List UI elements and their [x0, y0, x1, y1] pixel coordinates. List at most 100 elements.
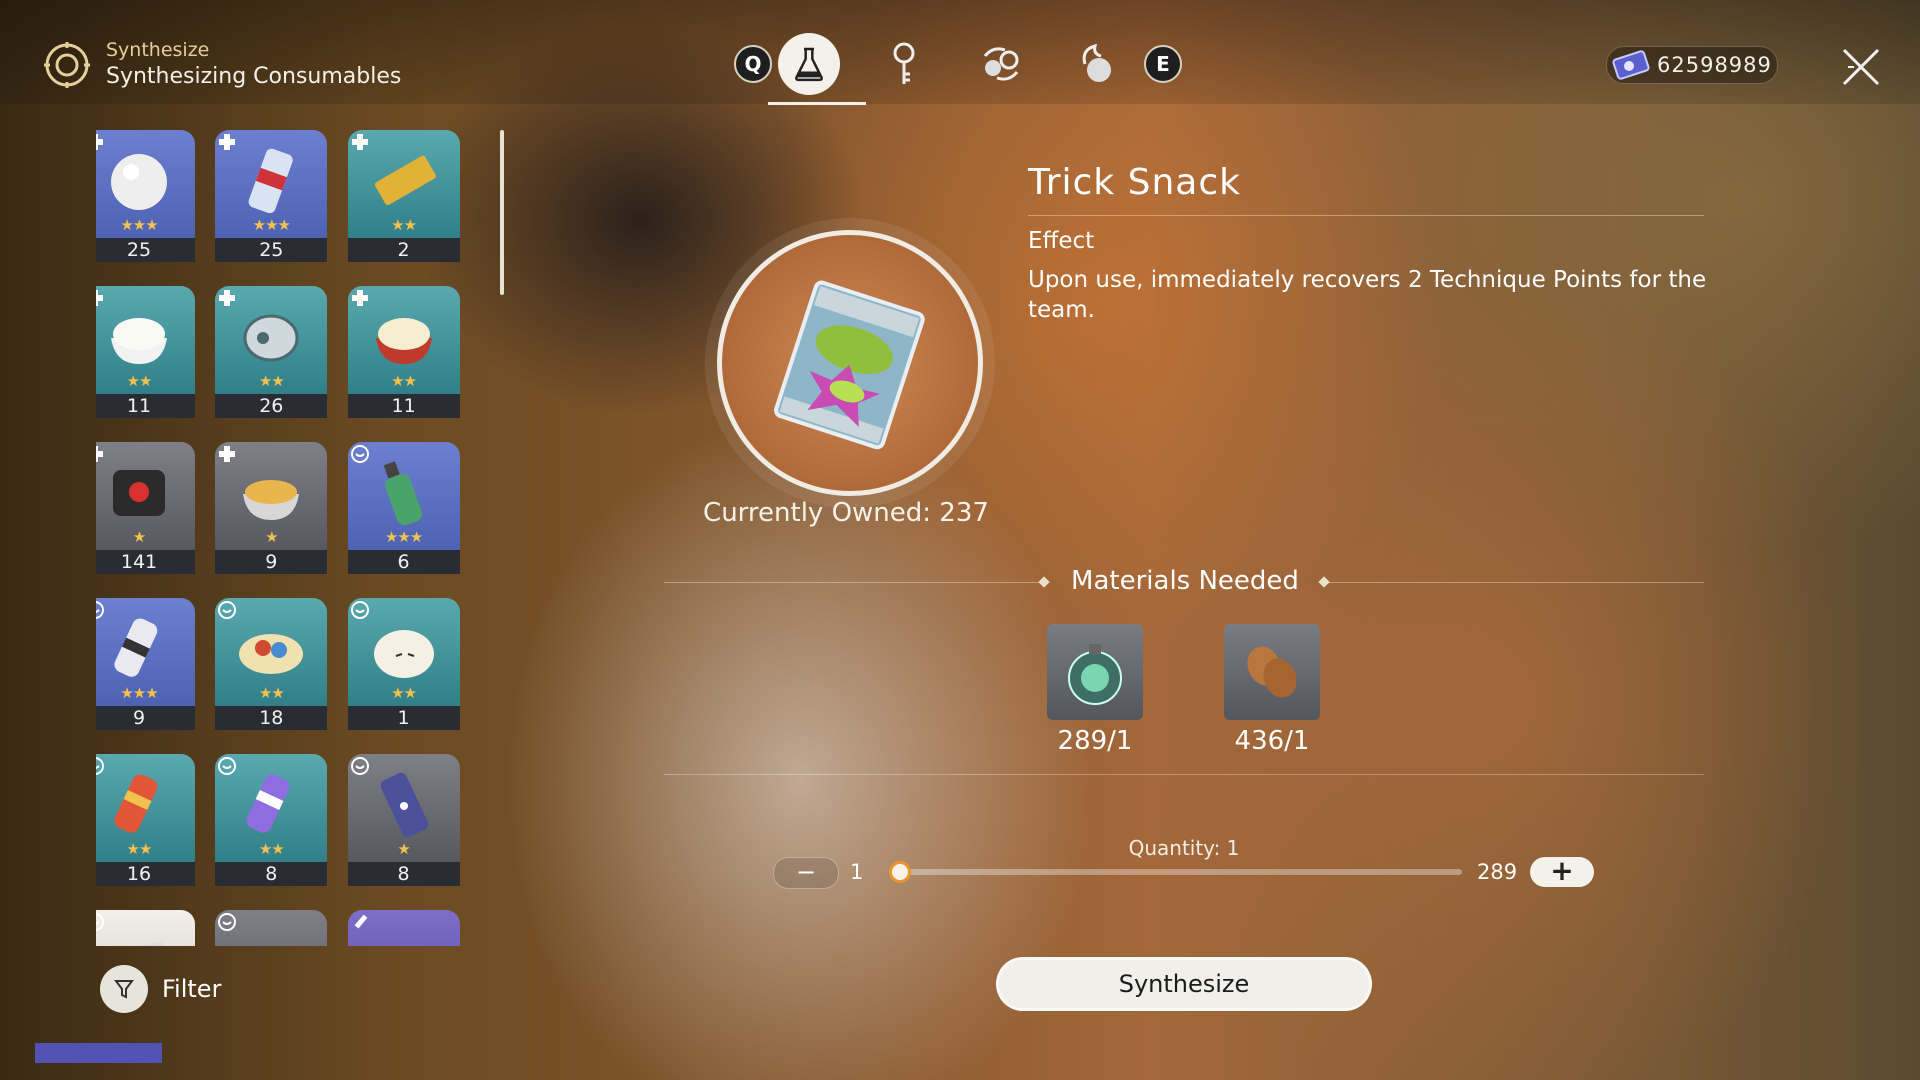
- item-count: 16: [96, 862, 195, 886]
- next-tab-key[interactable]: E: [1144, 45, 1182, 83]
- item-count: 9: [96, 706, 195, 730]
- item-count: 18: [215, 706, 328, 730]
- unknown-icon: [366, 922, 442, 946]
- swirl-icon: [218, 913, 237, 931]
- flask-icon: [795, 47, 823, 82]
- item-count: 2: [347, 238, 460, 262]
- item-count: 11: [96, 394, 195, 418]
- item-count: 25: [215, 238, 328, 262]
- material-tile: [1047, 624, 1143, 720]
- consumable-item[interactable]: ★★★ 6: [346, 440, 462, 576]
- consumable-item[interactable]: ★★ 2: [346, 128, 462, 264]
- bottle-purple-icon: [246, 774, 290, 833]
- consumable-item[interactable]: ★★ 26: [213, 284, 329, 420]
- tab-fire-orb[interactable]: [1062, 28, 1132, 100]
- swirl-icon: [96, 601, 104, 619]
- materials-divider-right: [1324, 582, 1704, 583]
- item-count: 25: [96, 238, 195, 262]
- funnel-icon: [100, 965, 148, 1013]
- header-category: Synthesize: [106, 39, 210, 61]
- consumable-item[interactable]: [96, 908, 197, 946]
- active-tab-indicator: [768, 102, 866, 105]
- increase-quantity-button[interactable]: +: [1530, 857, 1594, 887]
- currently-owned: Currently Owned: 237: [703, 498, 989, 528]
- item-name: Trick Snack: [1028, 162, 1241, 203]
- trick-snack-icon: [774, 280, 925, 450]
- filter-button[interactable]: Filter: [100, 965, 221, 1013]
- item-rarity-stars: ★★: [391, 372, 417, 390]
- header-subtitle: Synthesizing Consumables: [106, 64, 402, 89]
- consumable-item[interactable]: ★★★ 25: [96, 128, 197, 264]
- tumbler-icon: [380, 772, 428, 837]
- name-divider: [1028, 215, 1704, 216]
- item-preview: [717, 230, 983, 496]
- plate-icon: [239, 634, 304, 674]
- plus-icon: [219, 134, 236, 150]
- prev-tab-key[interactable]: Q: [734, 45, 772, 83]
- green-potion-icon: [1068, 644, 1122, 705]
- consumable-item[interactable]: ★★★ 25: [213, 128, 329, 264]
- rice-icon: [111, 318, 167, 364]
- title-block: Synthesize Synthesizing Consumables: [42, 38, 401, 92]
- plus-icon: [351, 290, 368, 306]
- consumable-item[interactable]: ★★ 16: [96, 752, 197, 888]
- tab-keys[interactable]: [869, 28, 939, 100]
- bowl-icon: [243, 480, 300, 520]
- material-slot[interactable]: 436/1: [1224, 624, 1320, 756]
- consumable-item[interactable]: ★★ 8: [213, 752, 329, 888]
- swirl-icon: [350, 601, 369, 619]
- quantity-min: 1: [850, 860, 864, 884]
- material-slot[interactable]: 289/1: [1047, 624, 1143, 756]
- consumable-item[interactable]: ★ 141: [96, 440, 197, 576]
- item-rarity-stars: ★: [265, 528, 278, 546]
- currency-value: 62598989: [1657, 53, 1772, 77]
- synthesize-button[interactable]: Synthesize: [996, 957, 1372, 1011]
- item-count: 141: [96, 550, 195, 574]
- plus-icon: [96, 446, 103, 462]
- bar-icon: [374, 155, 436, 206]
- bottle-icon: [383, 461, 422, 526]
- consumable-item[interactable]: ★★ 11: [346, 284, 462, 420]
- filter-label: Filter: [162, 975, 222, 1003]
- quantity-divider: [664, 774, 1704, 775]
- material-amount: 289/1: [1057, 726, 1133, 756]
- quantity-slider-handle[interactable]: [889, 861, 911, 883]
- swirl-icon: [350, 757, 369, 775]
- consumable-item[interactable]: ★★ 18: [213, 596, 329, 732]
- effect-description: Upon use, immediately recovers 2 Techniq…: [1028, 267, 1707, 323]
- item-count: 26: [215, 394, 328, 418]
- recycle-icon: [983, 47, 1019, 81]
- quantity-slider-track[interactable]: [900, 869, 1462, 875]
- materials-title: Materials Needed: [1071, 566, 1299, 596]
- effect-label: Effect: [1028, 228, 1095, 254]
- tab-consumables[interactable]: [774, 28, 844, 100]
- mask-icon: [243, 314, 299, 362]
- consumable-item[interactable]: [213, 908, 329, 946]
- snack-icon: [110, 941, 168, 946]
- consumable-item[interactable]: ★ 8: [346, 752, 462, 888]
- item-rarity-stars: ★★★: [120, 684, 158, 702]
- swirl-icon: [96, 757, 104, 775]
- item-rarity-stars: ★★: [391, 216, 417, 234]
- item-rarity-stars: ★★: [126, 840, 153, 858]
- consumable-item[interactable]: ★ 9: [213, 440, 329, 576]
- pencil-icon: [354, 914, 368, 929]
- consumable-item[interactable]: ★★ 1: [346, 596, 462, 732]
- item-rarity-stars: ★★: [258, 840, 285, 858]
- plus-icon: [351, 134, 368, 150]
- stellar-jade-ticket-icon: [1612, 50, 1650, 80]
- synthesis-tabs: Q E: [734, 28, 1182, 108]
- close-icon[interactable]: [1840, 46, 1882, 88]
- bun-icon: [373, 630, 434, 678]
- tab-recycle[interactable]: [966, 28, 1036, 100]
- consumable-item[interactable]: ★★ 11: [96, 284, 197, 420]
- material-tile: [1224, 624, 1320, 720]
- bottle-red-icon: [114, 774, 158, 833]
- consumable-item[interactable]: ★★★ 9: [96, 596, 197, 732]
- quantity-max: 289: [1477, 860, 1518, 884]
- item-rarity-stars: ★★★: [384, 528, 423, 546]
- item-rarity-stars: ★: [397, 840, 410, 858]
- decrease-quantity-button[interactable]: −: [773, 857, 839, 889]
- consumable-item[interactable]: [346, 908, 462, 946]
- list-scrollbar[interactable]: [500, 130, 504, 295]
